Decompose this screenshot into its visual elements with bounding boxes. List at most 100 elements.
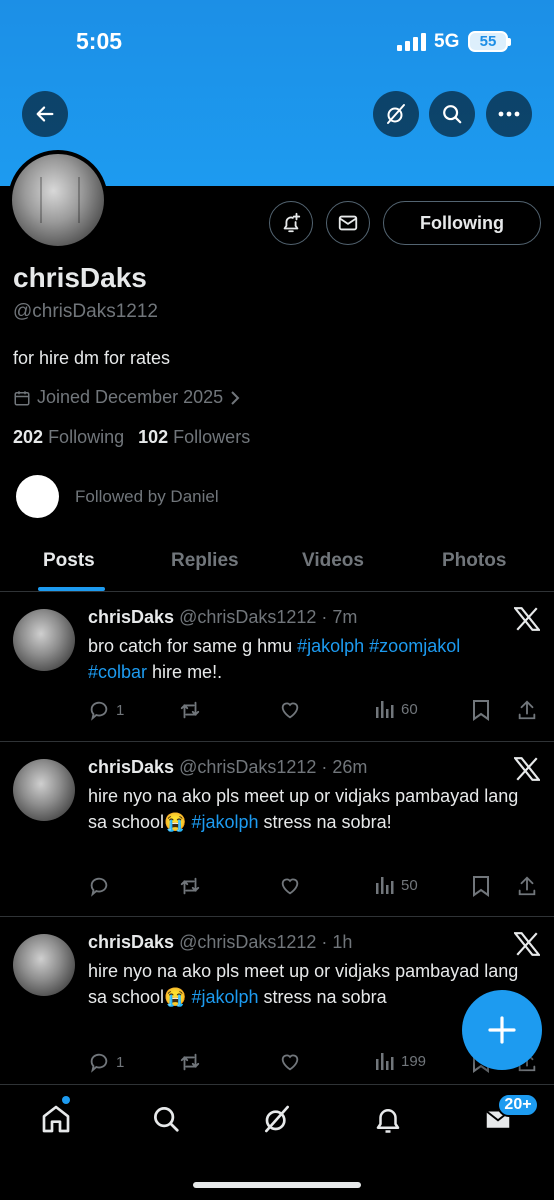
tab-replies[interactable]: Replies	[171, 550, 239, 572]
back-button[interactable]	[22, 91, 68, 137]
views-icon	[376, 1053, 394, 1070]
followed-by[interactable]: Followed by Daniel	[16, 475, 219, 518]
like-button[interactable]	[279, 1051, 301, 1073]
x-logo-icon	[514, 607, 540, 631]
reply-count: 1	[116, 701, 125, 719]
post-actions: 1 60	[88, 699, 548, 723]
views-icon	[376, 701, 394, 718]
status-bar: 5:05 5G 55	[0, 0, 554, 84]
following-link[interactable]: 202 Following	[13, 427, 124, 447]
views-button[interactable]: 60	[375, 699, 418, 719]
views-button[interactable]: 50	[375, 875, 418, 895]
profile-name: chrisDaks	[13, 262, 147, 293]
heart-icon	[281, 702, 299, 719]
post-text: hire nyo na ako pls meet up or vidjaks p…	[88, 958, 538, 1010]
reply-icon	[90, 877, 108, 897]
post-item[interactable]: chrisDaks @chrisDaks1212 · 7m bro catch …	[0, 593, 554, 742]
hashtag-link[interactable]: #jakolph	[191, 812, 258, 832]
grok-button[interactable]	[373, 91, 419, 137]
status-time: 5:05	[76, 28, 123, 54]
reply-button[interactable]: 1	[88, 699, 124, 721]
notify-button[interactable]	[269, 201, 313, 245]
reply-count: 1	[116, 1053, 125, 1071]
follow-stats: 202 Following 102 Followers	[13, 427, 250, 448]
search-button[interactable]	[429, 91, 475, 137]
following-label: Following	[48, 427, 125, 447]
following-button[interactable]: Following	[383, 201, 541, 245]
post-actions: 50	[88, 875, 548, 899]
tab-videos[interactable]: Videos	[302, 550, 364, 572]
reply-button[interactable]	[88, 875, 116, 897]
heart-icon	[281, 1054, 299, 1071]
post-item[interactable]: chrisDaks @chrisDaks1212 · 26m hire nyo …	[0, 743, 554, 917]
post-avatar[interactable]	[13, 934, 75, 996]
heart-icon	[281, 878, 299, 895]
post-author: chrisDaks	[88, 607, 175, 627]
profile-handle: @chrisDaks1212	[13, 301, 158, 322]
active-tab-indicator	[38, 587, 105, 591]
like-button[interactable]	[279, 875, 301, 897]
message-button[interactable]	[326, 201, 370, 245]
post-text-part: stress na sobra	[258, 987, 387, 1007]
x-logo-icon	[514, 932, 540, 956]
compose-button[interactable]	[462, 990, 542, 1070]
view-count: 199	[401, 1052, 427, 1070]
tab-photos[interactable]: Photos	[442, 550, 506, 572]
reply-icon	[90, 701, 108, 721]
following-count: 202	[13, 427, 44, 447]
post-avatar[interactable]	[13, 609, 75, 671]
post-handle-time: @chrisDaks1212 · 1h	[179, 932, 353, 952]
followers-link[interactable]: 102 Followers	[138, 427, 250, 447]
post-avatar[interactable]	[13, 759, 75, 821]
bell-icon	[376, 1109, 400, 1133]
profile-avatar[interactable]	[8, 150, 108, 250]
post-text-part: stress na sobra!	[258, 812, 392, 832]
nav-notifications[interactable]	[368, 1099, 408, 1139]
grok-icon	[265, 1105, 289, 1133]
post-header: chrisDaks @chrisDaks1212 · 7m	[88, 607, 357, 628]
search-icon	[154, 1107, 179, 1132]
hashtag-link[interactable]: #jakolph	[191, 987, 258, 1007]
hashtag-link[interactable]: #colbar	[88, 662, 147, 682]
plus-icon	[488, 1016, 516, 1044]
calendar-icon	[14, 390, 30, 405]
repost-icon	[180, 701, 200, 719]
view-count: 50	[401, 876, 418, 894]
reply-button[interactable]: 1	[88, 1051, 124, 1073]
more-button[interactable]	[486, 91, 532, 137]
repost-button[interactable]	[178, 1051, 202, 1073]
bookmark-icon	[473, 876, 489, 897]
grok-icon	[387, 104, 405, 124]
post-item[interactable]: chrisDaks @chrisDaks1212 · 1h hire nyo n…	[0, 918, 554, 1084]
nav-search[interactable]	[146, 1099, 186, 1139]
nav-grok[interactable]	[257, 1099, 297, 1139]
tab-posts[interactable]: Posts	[43, 550, 95, 572]
post-text: bro catch for same g hmu #jakolph #zoomj…	[88, 633, 538, 685]
home-indicator	[193, 1182, 361, 1188]
follower-avatar	[16, 475, 59, 518]
network-type: 5G	[434, 31, 460, 52]
followers-count: 102	[138, 427, 169, 447]
bookmark-button[interactable]	[472, 875, 490, 897]
post-header: chrisDaks @chrisDaks1212 · 1h	[88, 932, 352, 953]
repost-button[interactable]	[178, 699, 202, 721]
views-icon	[376, 877, 394, 894]
followed-by-label: Followed by Daniel	[75, 486, 219, 506]
hashtag-link[interactable]: #jakolph	[297, 636, 364, 656]
repost-button[interactable]	[178, 875, 202, 897]
share-button[interactable]	[516, 875, 538, 897]
hashtag-link[interactable]: #zoomjakol	[369, 636, 460, 656]
joined-date[interactable]: Joined December 2025	[13, 387, 241, 408]
share-icon	[518, 876, 536, 896]
like-button[interactable]	[279, 699, 301, 721]
nav-home[interactable]	[36, 1099, 76, 1139]
share-button[interactable]	[516, 699, 538, 721]
x-logo-icon	[514, 757, 540, 781]
bookmark-button[interactable]	[472, 699, 490, 721]
repost-icon	[180, 877, 200, 895]
post-header: chrisDaks @chrisDaks1212 · 26m	[88, 757, 367, 778]
views-button[interactable]: 199	[375, 1051, 426, 1071]
home-unread-dot	[62, 1096, 70, 1104]
more-icon	[498, 111, 520, 117]
search-icon	[443, 105, 462, 124]
